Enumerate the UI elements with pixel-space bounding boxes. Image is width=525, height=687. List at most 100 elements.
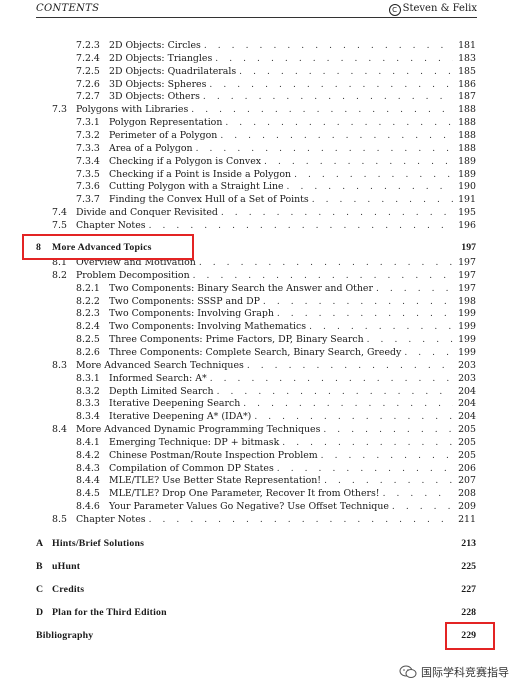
toc-entry-title[interactable]: Iterative Deepening A* (IDA*) [109,410,255,424]
toc-entry-title[interactable]: Chinese Postman/Route Inspection Problem [109,448,321,462]
toc-entry-page[interactable]: 188 [453,142,476,155]
toc-entry-page[interactable]: 209 [453,500,476,513]
toc-entry-page[interactable]: 199 [453,346,476,359]
toc-subsection-entry[interactable]: 7.2.5 2D Objects: Quadrilaterals . . . . … [76,64,476,78]
toc-subsection-entry[interactable]: 7.2.4 2D Objects: Triangles . . . . . . .… [76,51,476,65]
toc-entry-page[interactable]: 203 [453,372,476,385]
toc-subsection-entry[interactable]: 8.4.1 Emerging Technique: DP + bitmask . … [76,435,476,449]
toc-entry-title[interactable]: Problem Decomposition [76,268,193,282]
toc-entry-title[interactable]: Credits [52,583,88,596]
toc-subsection-entry[interactable]: 8.2.3 Two Components: Involving Graph . .… [76,307,476,321]
toc-entry-page[interactable]: 197 [453,282,476,295]
toc-entry-page[interactable]: 190 [453,180,476,193]
toc-entry-title[interactable]: 3D Objects: Spheres [109,77,210,91]
toc-subsection-entry[interactable]: 8.3.2 Depth Limited Search . . . . . . . … [76,384,476,398]
toc-subsection-entry[interactable]: 7.2.3 2D Objects: Circles . . . . . . . .… [76,39,476,52]
toc-entry-page[interactable]: 198 [453,295,476,308]
toc-entry-title[interactable]: Three Components: Complete Search, Binar… [109,345,405,359]
toc-entry-title[interactable]: 2D Objects: Triangles [109,51,216,65]
toc-entry-page[interactable]: 183 [453,52,476,65]
toc-entry-title[interactable]: uHunt [52,560,84,573]
toc-entry-title[interactable]: 2D Objects: Quadrilaterals [109,64,240,78]
toc-entry-page[interactable]: 205 [453,436,476,449]
toc-chapter-entry[interactable]: D Plan for the Third Edition 228 [36,606,476,619]
chapter-8-title[interactable]: More Advanced Topics [52,241,155,254]
toc-subsection-entry[interactable]: 8.2.6 Three Components: Complete Search, … [76,345,476,359]
toc-entry-page[interactable]: 203 [453,359,476,372]
toc-section-entry[interactable]: 7.5 Chapter Notes . . . . . . . . . . . .… [52,218,476,232]
toc-chapter-entry[interactable]: 8 More Advanced Topics 197 [36,241,476,254]
toc-subsection-entry[interactable]: 7.3.6 Cutting Polygon with a Straight Lin… [76,180,476,194]
toc-entry-page[interactable]: 181 [453,39,476,52]
toc-entry-title[interactable]: Chapter Notes [76,218,149,232]
toc-entry-title[interactable]: MLE/TLE? Use Better State Representation… [109,474,325,488]
toc-entry-title[interactable]: Polygon Representation [109,116,226,130]
toc-entry-title[interactable]: Overview and Motivation [76,256,199,269]
toc-entry-page[interactable]: 188 [453,116,476,129]
toc-subsection-entry[interactable]: 8.4.2 Chinese Postman/Route Inspection Pr… [76,448,476,462]
toc-entry-page[interactable]: 195 [453,206,476,219]
toc-subsection-entry[interactable]: 7.3.2 Perimeter of a Polygon . . . . . . … [76,128,476,142]
toc-chapter-entry[interactable]: BuHunt 225 [36,560,476,573]
toc-chapter-entry[interactable]: Bibliography 229 [36,629,476,642]
toc-subsection-entry[interactable]: 7.3.5 Checking if a Point is Inside a Pol… [76,167,476,181]
toc-entry-title[interactable]: Perimeter of a Polygon [109,128,221,142]
toc-entry-title[interactable]: Three Components: Prime Factors, DP, Bin… [109,333,367,347]
toc-subsection-entry[interactable]: 7.3.3 Area of a Polygon . . . . . . . . .… [76,141,476,155]
toc-entry-title[interactable]: 3D Objects: Others [109,90,203,104]
toc-section-entry[interactable]: 8.2 Problem Decomposition . . . . . . . .… [52,268,476,282]
toc-entry-page[interactable]: 197 [453,269,476,282]
toc-entry-title[interactable]: Compilation of Common DP States [109,461,277,475]
toc-entry-title[interactable]: Hints/Brief Solutions [52,537,148,550]
toc-entry-title[interactable]: Two Components: Binary Search the Answer… [109,281,376,295]
toc-entry-page[interactable]: 225 [453,560,476,573]
toc-section-entry[interactable]: 7.3 Polygons with Libraries . . . . . . .… [52,103,476,117]
toc-entry-page[interactable]: 204 [453,410,476,423]
toc-subsection-entry[interactable]: 8.2.2 Two Components: SSSP and DP . . . .… [76,294,476,308]
toc-entry-title[interactable]: Area of a Polygon [109,141,196,155]
toc-section-entry[interactable]: 8.1 Overview and Motivation . . . . . . .… [52,256,476,269]
toc-chapter-entry[interactable]: C Credits 227 [36,583,476,596]
bibliography-page[interactable]: 229 [453,629,476,642]
toc-entry-title[interactable]: More Advanced Search Techniques [76,358,247,372]
toc-entry-title[interactable]: Finding the Convex Hull of a Set of Poin… [109,193,312,207]
toc-entry-page[interactable]: 185 [453,65,476,78]
toc-entry-title[interactable]: Informed Search: A* [109,371,210,385]
toc-entry-page[interactable]: 197 [453,241,476,254]
toc-section-entry[interactable]: 7.4 Divide and Conquer Revisited . . . . … [52,206,476,220]
toc-entry-page[interactable]: 199 [453,333,476,346]
toc-entry-page[interactable]: 206 [453,462,476,475]
toc-entry-title[interactable]: Depth Limited Search [109,384,217,398]
toc-subsection-entry[interactable]: 7.3.7 Finding the Convex Hull of a Set of… [76,193,476,207]
toc-subsection-entry[interactable]: 8.4.6 Your Parameter Values Go Negative? … [76,500,476,514]
toc-entry-title[interactable]: Emerging Technique: DP + bitmask [109,435,283,449]
toc-subsection-entry[interactable]: 8.4.4 MLE/TLE? Use Better State Represent… [76,474,476,488]
toc-entry-page[interactable]: 204 [453,397,476,410]
toc-entry-page[interactable]: 227 [453,583,476,596]
toc-subsection-entry[interactable]: 7.2.6 3D Objects: Spheres . . . . . . . .… [76,77,476,91]
toc-entry-title[interactable]: Chapter Notes [76,513,149,526]
toc-section-entry[interactable]: 8.5 Chapter Notes . . . . . . . . . . . .… [52,513,476,526]
toc-entry-page[interactable]: 188 [453,129,476,142]
toc-entry-title[interactable]: Cutting Polygon with a Straight Line [109,180,287,194]
toc-entry-page[interactable]: 189 [453,155,476,168]
toc-entry-page[interactable]: 205 [453,423,476,436]
toc-entry-page[interactable]: 199 [453,307,476,320]
toc-entry-page[interactable]: 211 [453,513,476,526]
toc-entry-page[interactable]: 186 [453,78,476,91]
toc-subsection-entry[interactable]: 7.3.4 Checking if a Polygon is Convex . .… [76,154,476,168]
toc-subsection-entry[interactable]: 7.3.1 Polygon Representation . . . . . . … [76,116,476,130]
toc-section-entry[interactable]: 8.4 More Advanced Dynamic Programming Tec… [52,423,476,437]
toc-subsection-entry[interactable]: 8.4.5 MLE/TLE? Drop One Parameter, Recove… [76,487,476,501]
toc-entry-page[interactable]: 204 [453,385,476,398]
toc-entry-title[interactable]: Two Components: Involving Graph [109,307,277,321]
toc-entry-title[interactable]: Two Components: Involving Mathematics [109,320,310,334]
toc-subsection-entry[interactable]: 8.2.4 Two Components: Involving Mathemati… [76,320,476,334]
toc-entry-page[interactable]: 197 [453,256,476,269]
toc-subsection-entry[interactable]: 8.3.3 Iterative Deepening Search . . . . … [76,397,476,411]
toc-entry-page[interactable]: 213 [453,537,476,550]
toc-subsection-entry[interactable]: 7.2.7 3D Objects: Others . . . . . . . . … [76,90,476,104]
toc-entry-title[interactable]: Polygons with Libraries [76,103,192,117]
toc-entry-title[interactable]: Two Components: SSSP and DP [109,294,263,308]
toc-entry-page[interactable]: 228 [453,606,476,619]
